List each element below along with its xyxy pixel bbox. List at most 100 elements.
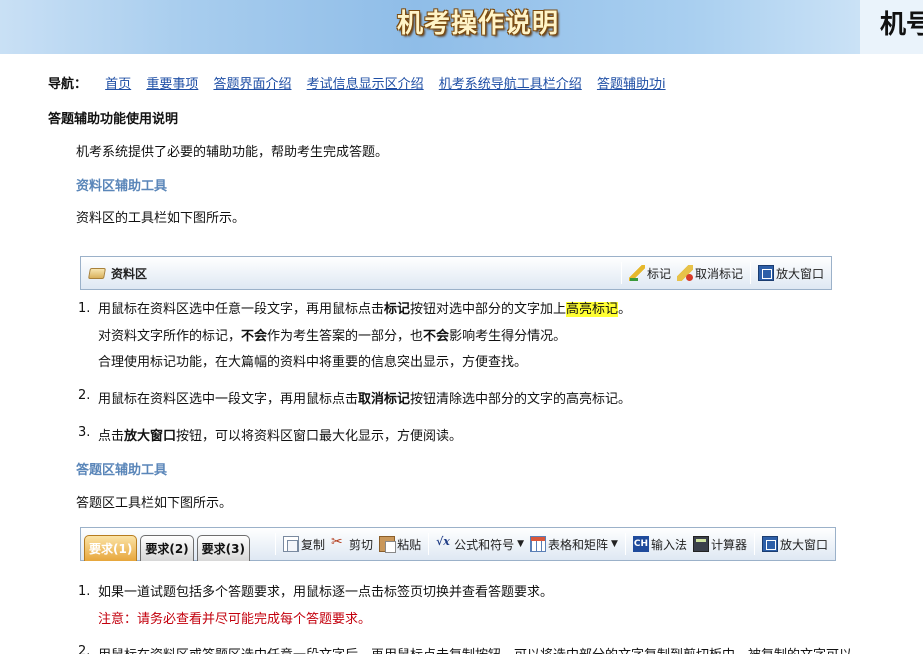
step-text: 按钮对选中部分的文字加上 [410,302,567,317]
formula-dropdown-button[interactable]: 公式和符号 ▼ [433,535,527,553]
input-method-button[interactable]: CH 输入法 [630,536,690,553]
step-line: 用鼠标在资料区选中任意一段文字，再用鼠标点击标记按钮对选中部分的文字加上高亮标记… [98,301,631,319]
tab-requirement-2[interactable]: 要求(2) [140,535,194,561]
step-number: 1. [78,301,91,316]
warning-note: 注意：请务必查看并尽可能完成每个答题要求。 [98,612,372,627]
answer-toolbar: 要求(1) 要求(2) 要求(3) 复制 剪切 粘贴 公式和符号 ▼ 表格和矩阵… [80,527,836,561]
step-line: 合理使用标记功能，在大篇幅的资料中将重要的信息突出显示，方便查找。 [98,355,528,370]
step-text: 点击 [98,429,125,444]
book-icon [88,267,106,279]
list-item: 2. 用鼠标在资料区或答题区选中任意一段文字后，再用鼠标点击复制按钮，可以将选中… [78,644,852,654]
formula-icon [436,535,452,552]
tab-requirement-1[interactable]: 要求(1) [84,535,138,561]
nav-link-exam-info-area[interactable]: 考试信息显示区介绍 [307,77,424,92]
step-number: 1. [78,584,91,599]
input-method-label: 输入法 [650,537,687,552]
mark-button[interactable]: 标记 [626,265,674,282]
cut-button[interactable]: 剪切 [328,534,376,553]
step-line: 用鼠标在资料区选中一段文字，再用鼠标点击取消标记按钮清除选中部分的文字的高亮标记… [98,388,631,407]
calculator-button[interactable]: 计算器 [690,536,750,553]
table-dropdown-button[interactable]: 表格和矩阵 ▼ [527,536,621,553]
step-text: 影响考生得分情况。 [449,329,567,344]
step-text: 对资料文字所作的标记， [98,329,242,344]
step-keyword: 放大窗口 [124,429,177,444]
caret-down-icon: ▼ [611,539,618,549]
list-item: 3. 点击放大窗口按钮，可以将资料区窗口最大化显示，方便阅读。 [78,425,631,444]
toolbar-separator [428,533,430,555]
nav-link-home[interactable]: 首页 [105,77,131,92]
step-text: 作为考生答案的一部分，也 [267,329,424,344]
step-text: 按钮清除选中部分的文字的高亮标记。 [410,392,632,407]
page-title: 机考操作说明 [397,9,560,39]
toolbar-separator [749,262,751,284]
navigation-bar: 导航： 首页 重要事项 答题界面介绍 考试信息显示区介绍 机考系统导航工具栏介绍… [48,73,666,92]
copy-icon [283,536,300,552]
step-line: 点击放大窗口按钮，可以将资料区窗口最大化显示，方便阅读。 [98,425,631,444]
list-item: 1. 如果一道试题包括多个答题要求，用鼠标逐一点击标签页切换并查看答题要求。 注… [78,584,852,644]
table-button-label: 表格和矩阵 [548,537,609,552]
table-icon [530,536,547,552]
list-item: 2. 用鼠标在资料区选中一段文字，再用鼠标点击取消标记按钮清除选中部分的文字的高… [78,388,631,425]
copy-button-label: 复制 [301,537,326,552]
answer-steps: 1. 如果一道试题包括多个答题要求，用鼠标逐一点击标签页切换并查看答题要求。 注… [78,584,852,654]
step-text: 用鼠标在资料区选中任意一段文字，再用鼠标点击 [98,302,385,317]
input-method-icon: CH [632,536,649,552]
paste-button[interactable]: 粘贴 [376,536,424,553]
resource-tools-subtitle: 资料区辅助工具 [76,179,168,194]
calculator-icon [692,536,709,552]
caret-down-icon: ▼ [517,539,525,549]
resource-tools-desc: 资料区的工具栏如下图所示。 [76,211,246,226]
maximize-answer-label: 放大窗口 [779,537,828,552]
maximize-window-icon [761,536,778,552]
step-number: 2. [78,388,91,403]
resource-toolbar-title-label: 资料区 [111,266,148,281]
machine-number-label: 机号 [880,10,923,40]
step-line: 用鼠标在资料区或答题区选中任意一段文字后，再用鼠标点击复制按钮，可以将选中部分的… [98,644,852,654]
header-banner: 机考操作说明 机号 [0,0,923,54]
step-line: 如果一道试题包括多个答题要求，用鼠标逐一点击标签页切换并查看答题要求。 [98,585,554,600]
highlight-sample: 高亮标记 [566,302,619,317]
step-line: 对资料文字所作的标记，不会作为考生答案的一部分，也不会影响考生得分情况。 [98,328,631,346]
toolbar-separator [275,533,277,555]
paste-icon [379,536,397,553]
resource-steps: 1. 用鼠标在资料区选中任意一段文字，再用鼠标点击标记按钮对选中部分的文字加上高… [78,301,631,444]
toolbar-separator [753,533,755,555]
copy-button[interactable]: 复制 [280,536,328,553]
section-title: 答题辅助功能使用说明 [48,112,179,127]
paste-button-label: 粘贴 [397,537,422,552]
step-keyword: 标记 [384,302,411,317]
step-keyword: 不会 [241,329,268,344]
step-keyword: 取消标记 [358,392,411,407]
requirement-tabs: 要求(1) 要求(2) 要求(3) [84,527,253,561]
step-number: 2. [78,644,91,654]
calculator-label: 计算器 [710,537,747,552]
mark-button-label: 标记 [646,266,671,281]
intro-text: 机考系统提供了必要的辅助功能，帮助考生完成答题。 [76,145,389,160]
maximize-window-icon [757,265,774,281]
nav-link-important-notes[interactable]: 重要事项 [146,77,198,92]
step-text: 按钮，可以将资料区窗口最大化显示，方便阅读。 [176,429,463,444]
nav-link-assist-functions[interactable]: 答题辅助功i [597,77,666,92]
eraser-pen-icon [676,265,693,281]
tab-requirement-3[interactable]: 要求(3) [196,535,250,561]
answer-tools-subtitle: 答题区辅助工具 [76,463,168,478]
nav-label: 导航： [48,77,88,92]
cut-button-label: 剪切 [349,537,374,552]
highlighter-pen-icon [628,265,645,281]
formula-button-label: 公式和符号 [454,537,515,552]
step-text: 用鼠标在资料区选中一段文字，再用鼠标点击 [98,392,359,407]
scissors-icon [331,534,347,552]
answer-tools-desc: 答题区工具栏如下图所示。 [76,496,233,511]
resource-toolbar-title: 资料区 [88,265,148,282]
maximize-resource-button[interactable]: 放大窗口 [755,265,827,282]
toolbar-separator [620,262,622,284]
step-number: 3. [78,425,91,440]
unmark-button-label: 取消标记 [694,266,743,281]
maximize-answer-button[interactable]: 放大窗口 [759,536,831,553]
nav-link-answer-ui[interactable]: 答题界面介绍 [213,77,291,92]
nav-link-navigation-toolbar[interactable]: 机考系统导航工具栏介绍 [439,77,582,92]
maximize-resource-label: 放大窗口 [775,266,824,281]
resource-toolbar: 资料区 标记 取消标记 放大窗口 [80,256,832,290]
unmark-button[interactable]: 取消标记 [674,265,746,282]
list-item: 1. 用鼠标在资料区选中任意一段文字，再用鼠标点击标记按钮对选中部分的文字加上高… [78,301,631,388]
